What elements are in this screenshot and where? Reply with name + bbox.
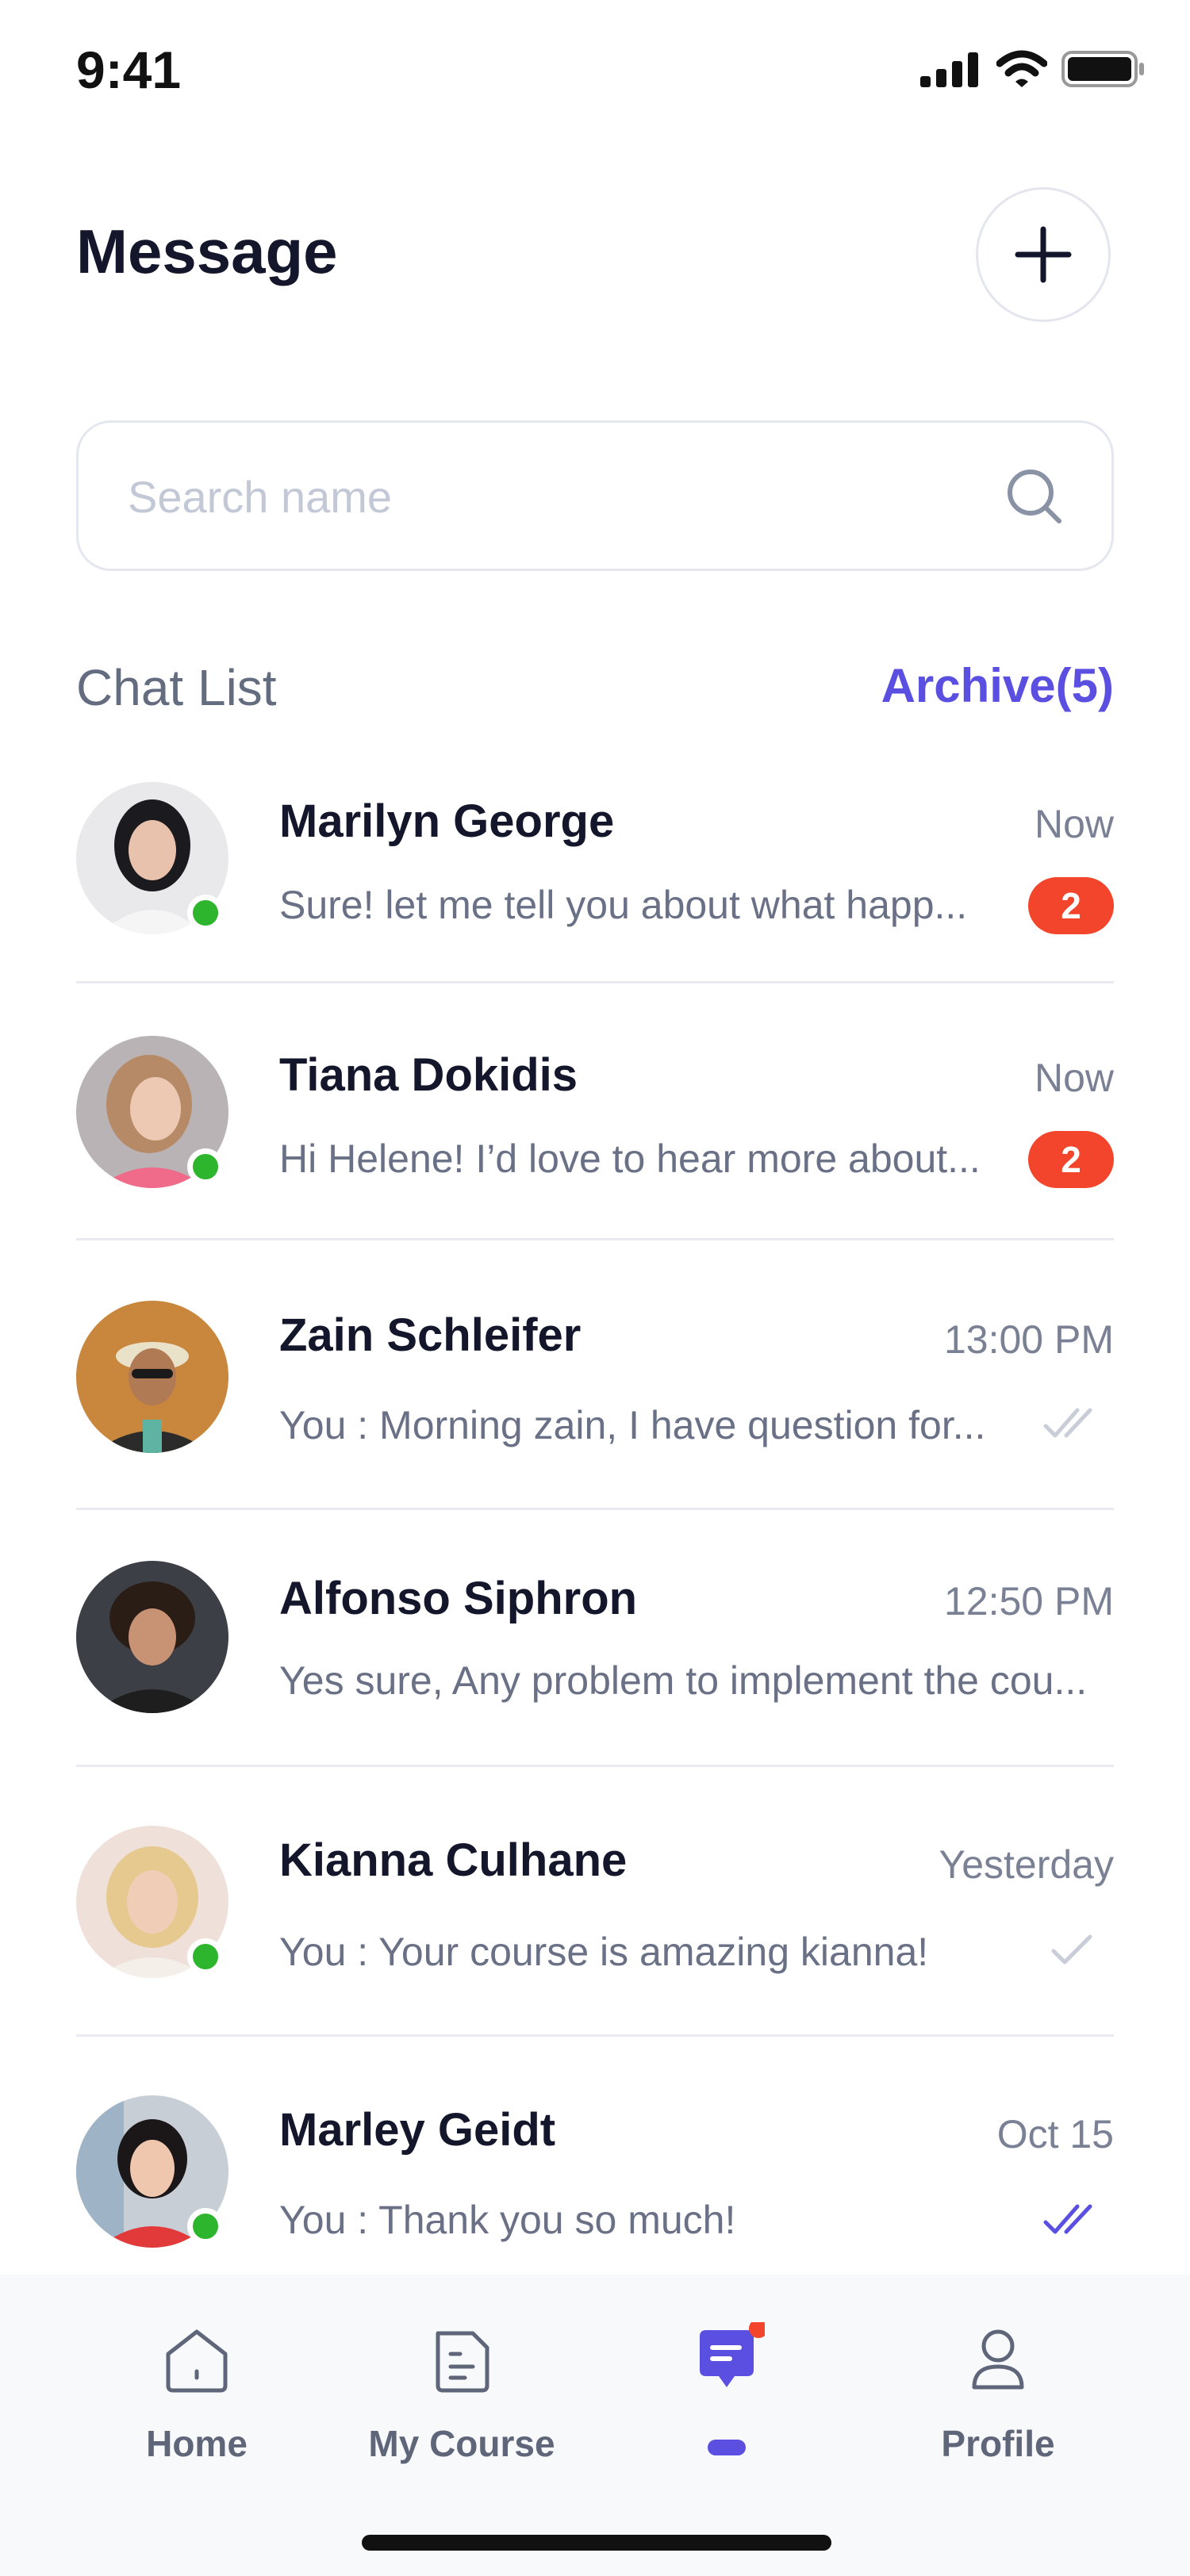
chat-preview: You : Morning zain, I have question for.…: [279, 1403, 986, 1447]
chat-list-title: Chat List: [76, 659, 277, 716]
chat-name: Alfonso Siphron: [279, 1573, 638, 1624]
online-status-dot: [187, 1148, 224, 1185]
active-indicator: [708, 2440, 746, 2455]
unread-badge: 2: [1028, 877, 1114, 934]
search-bar: [76, 420, 1114, 571]
chat-item[interactable]: Zain Schleifer 13:00 PM You : Morning za…: [76, 1240, 1114, 1510]
nav-profile[interactable]: Profile: [895, 2322, 1101, 2465]
nav-my-course[interactable]: My Course: [359, 2322, 565, 2465]
chat-item[interactable]: Tiana Dokidis Now Hi Helene! I’d love to…: [76, 983, 1114, 1240]
online-status-dot: [187, 2208, 224, 2244]
status-time: 9:41: [76, 40, 182, 99]
status-bar: 9:41: [0, 0, 1190, 135]
double-check-icon: [1043, 1408, 1092, 1438]
chat-name: Zain Schleifer: [279, 1309, 582, 1361]
chat-time: Now: [1034, 1056, 1114, 1100]
chat-item[interactable]: Kianna Culhane Yesterday You : Your cour…: [76, 1767, 1114, 2037]
home-indicator: [362, 2535, 831, 2551]
chat-list: Marilyn George Now Sure! let me tell you…: [76, 761, 1114, 2275]
chat-time: Yesterday: [939, 1842, 1114, 1887]
chat-name: Marley Geidt: [279, 2104, 556, 2156]
chat-name: Marilyn George: [279, 795, 615, 847]
nav-label: Home: [146, 2423, 248, 2464]
chat-time: Oct 15: [996, 2112, 1114, 2156]
chat-preview: You : Thank you so much!: [279, 2198, 736, 2242]
avatar: [76, 1561, 228, 1713]
chat-preview: Hi Helene! I’d love to hear more about..…: [279, 1137, 981, 1181]
person-icon: [972, 2329, 1024, 2390]
chat-name: Tiana Dokidis: [279, 1049, 578, 1101]
chat-preview: Sure! let me tell you about what happ...: [279, 883, 968, 927]
avatar: [76, 1301, 228, 1453]
search-icon[interactable]: [1005, 467, 1064, 526]
search-input[interactable]: [126, 423, 986, 570]
double-check-icon: [1043, 2204, 1092, 2234]
new-message-button[interactable]: [976, 187, 1111, 322]
chat-preview: You : Your course is amazing kianna!: [279, 1930, 929, 1974]
chat-name: Kianna Culhane: [279, 1834, 628, 1886]
nav-home[interactable]: Home: [94, 2322, 300, 2465]
chat-bubble-icon: [700, 2322, 765, 2387]
online-status-dot: [187, 895, 224, 931]
online-status-dot: [187, 1938, 224, 1975]
unread-badge: 2: [1028, 1131, 1114, 1188]
chat-time: 13:00 PM: [943, 1317, 1114, 1362]
archive-link[interactable]: Archive(5): [881, 658, 1114, 713]
check-icon: [1051, 1934, 1092, 1965]
home-icon: [166, 2329, 228, 2393]
document-icon: [436, 2331, 489, 2393]
chat-preview: Yes sure, Any problem to implement the c…: [279, 1658, 1088, 1703]
cellular-signal-icon: [920, 52, 978, 87]
chat-item[interactable]: Marley Geidt Oct 15 You : Thank you so m…: [76, 2037, 1114, 2275]
bottom-nav: Home My Course Profile: [0, 2275, 1190, 2576]
chat-item[interactable]: Marilyn George Now Sure! let me tell you…: [76, 761, 1114, 983]
chat-item[interactable]: Alfonso Siphron 12:50 PM Yes sure, Any p…: [76, 1510, 1114, 1767]
wifi-icon: [996, 50, 1047, 87]
battery-icon: [1061, 51, 1144, 87]
page-title: Message: [76, 217, 338, 286]
nav-label: Profile: [941, 2423, 1055, 2464]
nav-messages[interactable]: [624, 2322, 830, 2455]
nav-label: My Course: [368, 2423, 555, 2464]
chat-time: 12:50 PM: [943, 1579, 1114, 1623]
chat-time: Now: [1034, 802, 1114, 846]
plus-icon: [1015, 226, 1072, 283]
